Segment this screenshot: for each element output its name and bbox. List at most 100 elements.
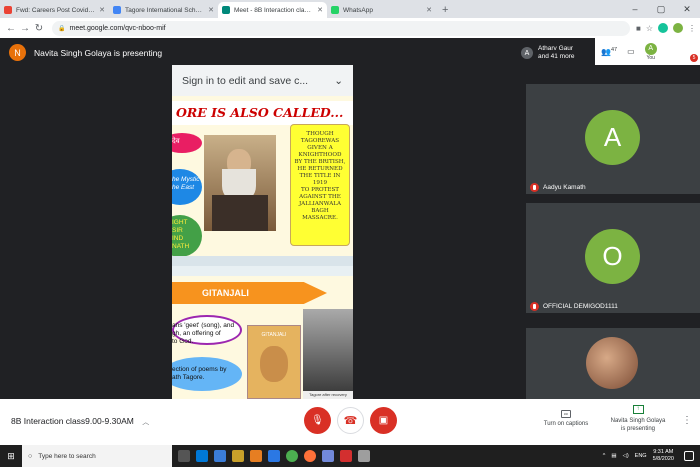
participant-name: Aadyu Kamath xyxy=(543,184,586,191)
discord-icon[interactable] xyxy=(322,450,334,462)
browser-tab-gmail[interactable]: Fwd: Careers Post Covid 19 - Tag ✕ xyxy=(0,2,109,18)
camera-indicator-icon[interactable]: ■ xyxy=(636,24,641,33)
people-button[interactable]: 👥47 xyxy=(601,47,617,57)
notification-badge: 5 xyxy=(690,54,698,62)
participant-photo xyxy=(586,337,638,389)
mic-toggle-button[interactable]: 🎙 xyxy=(304,407,331,434)
browser-tab-calendar[interactable]: Tagore International School - Cal ✕ xyxy=(109,2,218,18)
edge-icon[interactable] xyxy=(196,450,208,462)
slide-text: he East xyxy=(172,184,195,191)
scroll-line: THOUGH xyxy=(306,131,334,137)
people-icon: 👥 xyxy=(601,47,611,57)
avatar: A xyxy=(521,47,533,59)
close-tab-icon[interactable]: ✕ xyxy=(208,6,214,14)
participant-name-label: Aadyu Kamath xyxy=(530,183,586,192)
photo-caption: Tagore after recovery xyxy=(303,391,353,399)
presenter-banner: N Navita Singh Golaya is presenting xyxy=(9,44,162,61)
sign-in-prompt[interactable]: Sign in to edit and save c... ⌄ xyxy=(172,65,353,96)
more-options-icon[interactable]: ⋮ xyxy=(682,415,692,426)
phone-hangup-icon: ☎ xyxy=(343,415,358,427)
app-icon[interactable] xyxy=(358,450,370,462)
browser-tab-whatsapp[interactable]: WhatsApp ✕ xyxy=(327,2,436,18)
firefox-icon[interactable] xyxy=(304,450,316,462)
close-window-icon[interactable]: ✕ xyxy=(674,0,700,18)
scroll-line: TAGOREWAS xyxy=(300,138,340,144)
leave-call-button[interactable]: ☎ xyxy=(337,407,364,434)
slide-text: IND xyxy=(172,235,184,242)
participant-tile[interactable]: O OFFICIAL DEMIGOD1111 xyxy=(526,203,700,313)
presenter-text: Navita Singh Golaya is presenting xyxy=(34,47,163,58)
network-icon[interactable]: ▤ xyxy=(611,453,616,459)
scroll-line: MASSACRE. xyxy=(302,215,338,221)
reload-icon[interactable]: ↻ xyxy=(32,23,46,34)
scroll-line: HE RETURNED xyxy=(297,166,343,172)
tagore-portrait xyxy=(204,135,276,231)
chat-icon[interactable]: ▭ xyxy=(627,47,635,56)
scroll-line: BY THE BRITISH, xyxy=(294,159,346,165)
maximize-icon[interactable]: ▢ xyxy=(648,0,674,18)
lock-icon: 🔒 xyxy=(58,25,66,32)
whatsapp-icon xyxy=(331,6,339,14)
chrome-icon[interactable] xyxy=(286,450,298,462)
task-view-icon[interactable] xyxy=(178,450,190,462)
slide-text: IGHT xyxy=(172,219,188,226)
date: 5/8/2020 xyxy=(652,456,674,462)
you-label: You xyxy=(646,54,655,61)
close-tab-icon[interactable]: ✕ xyxy=(317,6,323,14)
volume-icon[interactable]: ◁) xyxy=(623,453,629,459)
back-icon[interactable]: ← xyxy=(4,23,18,34)
slide-text: SIR xyxy=(172,227,183,234)
app-icon[interactable] xyxy=(232,450,244,462)
tray-chevron-icon[interactable]: ^ xyxy=(603,453,606,459)
grammarly-extension-icon[interactable] xyxy=(658,23,668,33)
star-icon[interactable]: ☆ xyxy=(646,24,653,33)
language-indicator[interactable]: ENG xyxy=(635,453,647,459)
chevron-down-icon[interactable]: ⌄ xyxy=(334,75,343,87)
app-icon[interactable] xyxy=(268,450,280,462)
slide-divider xyxy=(172,266,353,276)
minimize-icon[interactable]: – xyxy=(622,0,648,18)
presentation-slide: Sign in to edit and save c... ⌄ ORE IS A… xyxy=(172,65,353,399)
meeting-title: 8B Interaction class9.00-9.30AM xyxy=(11,416,134,426)
mic-off-icon: 🎙 xyxy=(311,415,324,426)
calendar-icon xyxy=(113,6,121,14)
slide-text: gh, an offering of xyxy=(172,330,221,337)
camera-toggle-button[interactable]: ▣ xyxy=(370,407,397,434)
browser-tab-meet[interactable]: Meet - 8B Interaction class9 ✕ xyxy=(218,2,327,18)
time: 9:31 AM xyxy=(653,449,674,455)
participant-tile[interactable] xyxy=(526,328,700,399)
mic-off-icon xyxy=(530,183,539,192)
meet-icon xyxy=(222,6,230,14)
scroll-line: KNIGHTHOOD xyxy=(298,152,342,158)
slide-text: ath Tagore. xyxy=(172,374,205,381)
profile-avatar-icon[interactable] xyxy=(673,23,683,33)
scroll-line: JALLIANWALA xyxy=(298,201,342,207)
close-tab-icon[interactable]: ✕ xyxy=(426,6,432,14)
clock[interactable]: 9:31 AM 5/8/2020 xyxy=(653,449,674,463)
mail-icon[interactable] xyxy=(214,450,226,462)
new-tab-icon[interactable]: + xyxy=(442,4,448,16)
gitanjali-book-image: GITANJALI xyxy=(247,325,301,399)
search-icon: ○ xyxy=(28,452,33,460)
participant-tile[interactable]: A Aadyu Kamath xyxy=(526,84,700,194)
meeting-details[interactable]: 8B Interaction class9.00-9.30AM ︿ xyxy=(11,416,149,427)
taskbar-search[interactable]: ○ Type here to search xyxy=(22,445,172,467)
slide-title: ORE IS ALSO CALLED... xyxy=(172,101,353,125)
scroll-line: AGAINST THE xyxy=(299,194,341,200)
presentation-status-button[interactable]: ↑ Navita Singh Golaya is presenting xyxy=(602,405,674,433)
app-icon[interactable] xyxy=(250,450,262,462)
address-bar[interactable]: 🔒 meet.google.com/qvc-nboo-mif xyxy=(52,20,630,36)
tab-title: Meet - 8B Interaction class9 xyxy=(234,6,315,14)
notifications-icon[interactable] xyxy=(684,451,694,461)
tab-title: Fwd: Careers Post Covid 19 - Tag xyxy=(16,6,96,14)
pdf-icon[interactable] xyxy=(340,450,352,462)
forward-icon[interactable]: → xyxy=(18,23,32,34)
avatar: A xyxy=(585,110,640,165)
captions-button[interactable]: cc Turn on captions xyxy=(538,410,594,427)
self-view[interactable]: A You xyxy=(644,42,657,61)
close-tab-icon[interactable]: ✕ xyxy=(99,6,105,14)
menu-icon[interactable]: ⋮ xyxy=(688,24,696,33)
participants-summary[interactable]: A Atharv Gaur and 41 more xyxy=(517,41,579,65)
windows-taskbar: ⊞ ○ Type here to search ^ ▤ ◁) ENG 9:31 … xyxy=(0,445,700,467)
windows-start-icon[interactable]: ⊞ xyxy=(0,451,22,462)
